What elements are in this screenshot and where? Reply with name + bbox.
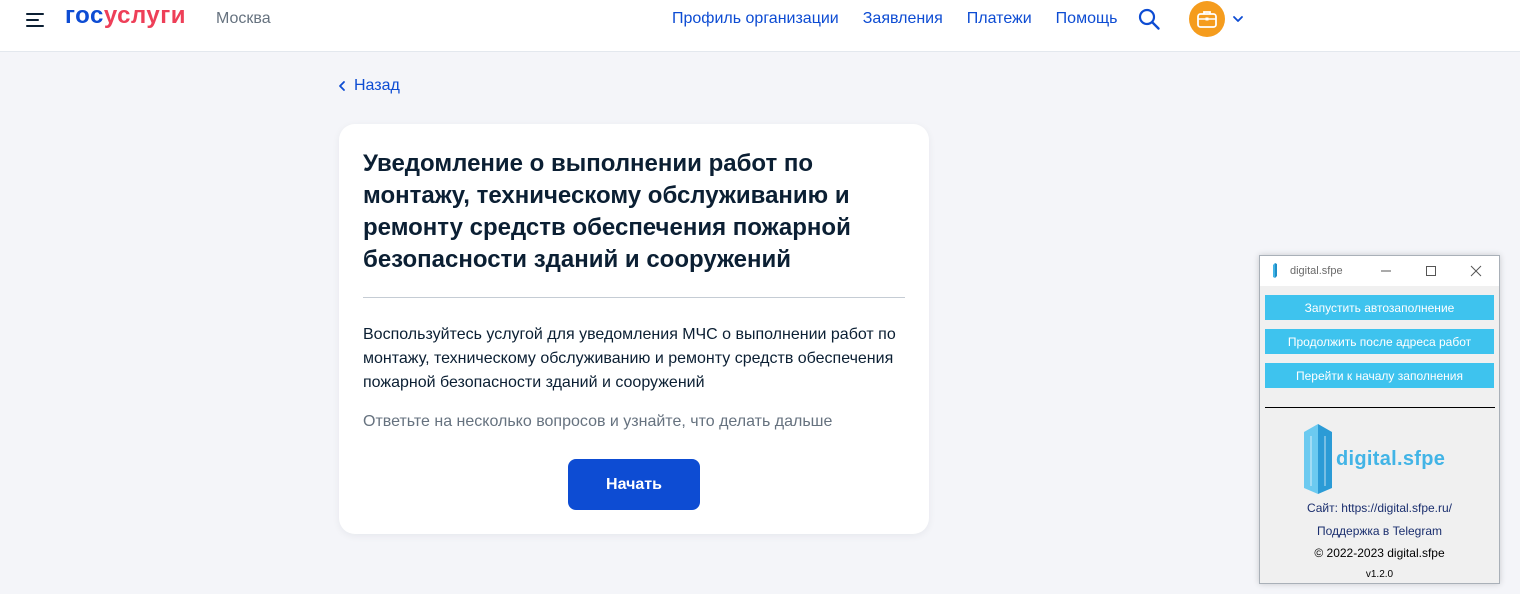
main-nav: Профиль организации Заявления Платежи По… [672, 10, 1117, 28]
search-icon[interactable] [1137, 7, 1161, 31]
site-link[interactable]: Сайт: https://digital.sfpe.ru/ [1260, 501, 1499, 515]
city-selector[interactable]: Москва [216, 10, 271, 28]
nav-organization-profile[interactable]: Профиль организации [672, 10, 839, 28]
copyright: © 2022-2023 digital.sfpe [1314, 546, 1445, 560]
briefcase-icon [1197, 11, 1217, 28]
app-icon [1273, 263, 1277, 278]
menu-burger-icon[interactable] [24, 9, 48, 31]
start-button[interactable]: Начать [568, 459, 700, 510]
service-description: Воспользуйтесь услугой для уведомления М… [363, 326, 896, 391]
start-autofill-button[interactable]: Запустить автозаполнение [1265, 295, 1494, 320]
chevron-left-icon [339, 81, 345, 91]
minimize-icon[interactable] [1375, 261, 1397, 281]
gosuslugi-logo[interactable]: госуслуги [65, 2, 186, 30]
window-titlebar[interactable]: digital.sfpe [1260, 256, 1499, 286]
logo-text: digital.sfpe [1336, 448, 1446, 470]
logo-part-uslugi: услуги [103, 2, 186, 29]
window-title: digital.sfpe [1290, 265, 1343, 277]
back-label: Назад [354, 77, 400, 94]
close-icon[interactable] [1465, 261, 1487, 281]
nav-applications[interactable]: Заявления [863, 10, 943, 28]
service-title: Уведомление о выполнении работ по монтаж… [363, 150, 851, 273]
continue-after-address-button[interactable]: Продолжить после адреса работ [1265, 329, 1494, 354]
window-separator [1265, 407, 1495, 408]
nav-payments[interactable]: Платежи [967, 10, 1032, 28]
telegram-support-link[interactable]: Поддержка в Telegram [1260, 524, 1499, 538]
back-link[interactable]: Назад [338, 77, 400, 95]
maximize-icon[interactable] [1420, 261, 1442, 281]
chevron-down-icon[interactable] [1231, 12, 1245, 26]
helper-window: digital.sfpe Запустить автозаполнение Пр… [1259, 255, 1500, 584]
organization-avatar[interactable] [1189, 1, 1225, 37]
nav-help[interactable]: Помощь [1056, 10, 1118, 28]
logo-part-gos: гос [65, 2, 104, 29]
service-card: Уведомление о выполнении работ по монтаж… [339, 124, 929, 534]
version-label: v1.2.0 [1365, 569, 1394, 580]
window-body: Запустить автозаполнение Продолжить посл… [1260, 286, 1499, 583]
divider [363, 297, 905, 298]
service-hint: Ответьте на несколько вопросов и узнайте… [363, 413, 833, 430]
go-to-start-button[interactable]: Перейти к началу заполнения [1265, 363, 1494, 388]
top-header: госуслуги Москва Профиль организации Зая… [0, 0, 1520, 52]
